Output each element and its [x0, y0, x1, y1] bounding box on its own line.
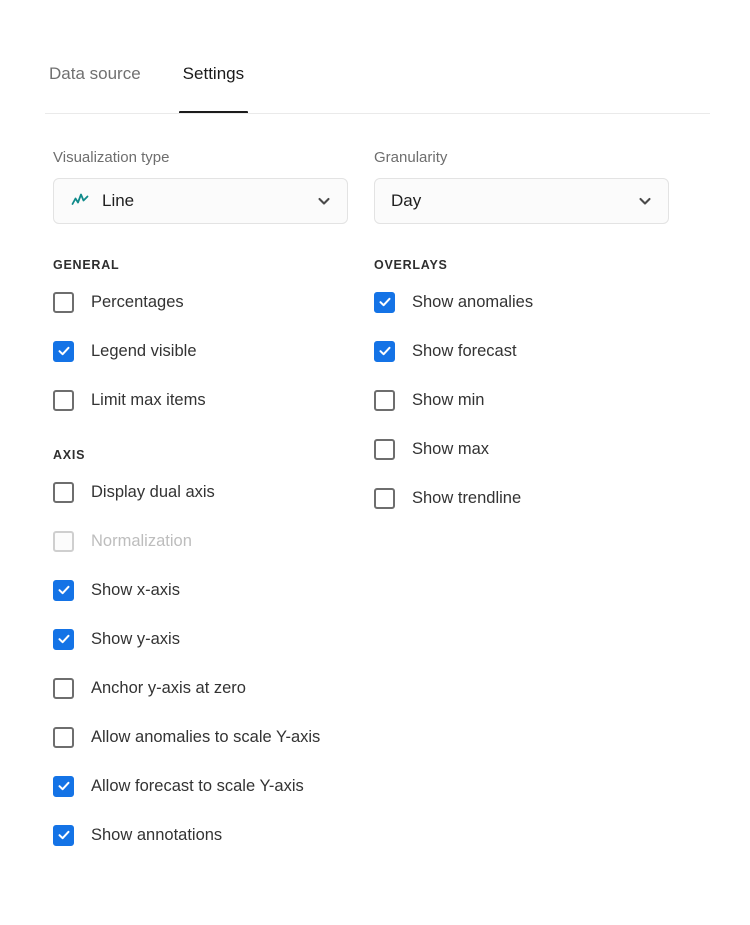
- visualization-type-field: Visualization type Line: [53, 148, 353, 224]
- checkbox-show-annotations[interactable]: [53, 824, 74, 846]
- checkbox-limit-max-items[interactable]: [53, 389, 74, 411]
- checkbox-row-show-x-axis[interactable]: Show x-axis: [53, 576, 353, 604]
- tab-data-source[interactable]: Data source: [45, 58, 145, 86]
- chevron-down-icon: [636, 192, 654, 210]
- checkbox-row-show-min[interactable]: Show min: [374, 386, 674, 414]
- checkbox-row-display-dual-axis[interactable]: Display dual axis: [53, 478, 353, 506]
- visualization-type-select[interactable]: Line: [53, 178, 348, 224]
- checkbox-label-show-max: Show max: [412, 440, 490, 458]
- checkbox-row-limit-max-items[interactable]: Limit max items: [53, 386, 353, 414]
- tab-settings[interactable]: Settings: [178, 58, 249, 114]
- checkbox-row-legend-visible[interactable]: Legend visible: [53, 337, 353, 365]
- checkbox-allow-anomalies-scale-y[interactable]: [53, 726, 74, 748]
- section-header-overlays: OVERLAYS: [374, 258, 448, 272]
- checkbox-label-normalization: Normalization: [91, 532, 192, 550]
- checkbox-label-anchor-y-axis-at-zero: Anchor y-axis at zero: [91, 679, 246, 697]
- granularity-field: Granularity Day: [374, 148, 674, 224]
- checkbox-legend-visible[interactable]: [53, 340, 74, 362]
- checkbox-row-allow-anomalies-scale-y[interactable]: Allow anomalies to scale Y-axis: [53, 723, 353, 751]
- checkbox-row-show-max[interactable]: Show max: [374, 435, 674, 463]
- checkbox-anchor-y-axis-at-zero[interactable]: [53, 677, 74, 699]
- granularity-select[interactable]: Day: [374, 178, 669, 224]
- checkbox-label-show-min: Show min: [412, 391, 485, 409]
- checkbox-label-show-trendline: Show trendline: [412, 489, 522, 507]
- checkbox-row-percentages[interactable]: Percentages: [53, 288, 353, 316]
- chevron-down-icon: [315, 192, 333, 210]
- checkbox-show-max[interactable]: [374, 438, 395, 460]
- tab-data-source-label: Data source: [49, 64, 141, 83]
- settings-panel: Data source Settings Visualization type …: [0, 0, 750, 925]
- section-header-general: GENERAL: [53, 258, 120, 272]
- checkbox-normalization: [53, 530, 74, 552]
- line-chart-icon: [70, 191, 90, 211]
- checkbox-label-show-x-axis: Show x-axis: [91, 581, 180, 599]
- checkbox-display-dual-axis[interactable]: [53, 481, 74, 503]
- tabbar-divider: [45, 113, 710, 114]
- checkbox-show-y-axis[interactable]: [53, 628, 74, 650]
- section-header-axis: AXIS: [53, 448, 86, 462]
- checkbox-row-show-anomalies[interactable]: Show anomalies: [374, 288, 674, 316]
- visualization-type-label: Visualization type: [53, 149, 170, 166]
- left-column: Visualization type Line GENERAL Percenta…: [53, 148, 353, 870]
- checkbox-show-anomalies[interactable]: [374, 291, 395, 313]
- tabbar: Data source Settings: [45, 58, 710, 116]
- tab-settings-label: Settings: [182, 64, 245, 83]
- checkbox-row-show-trendline[interactable]: Show trendline: [374, 484, 674, 512]
- checkbox-row-show-forecast[interactable]: Show forecast: [374, 337, 674, 365]
- checkbox-label-legend-visible: Legend visible: [91, 342, 197, 360]
- checkbox-show-forecast[interactable]: [374, 340, 395, 362]
- checkbox-row-show-y-axis[interactable]: Show y-axis: [53, 625, 353, 653]
- checkbox-label-allow-anomalies-scale-y: Allow anomalies to scale Y-axis: [91, 728, 321, 746]
- checkbox-label-allow-forecast-scale-y: Allow forecast to scale Y-axis: [91, 777, 304, 795]
- checkbox-show-min[interactable]: [374, 389, 395, 411]
- checkbox-label-display-dual-axis: Display dual axis: [91, 483, 215, 501]
- granularity-value: Day: [391, 191, 422, 210]
- checkbox-label-show-y-axis: Show y-axis: [91, 630, 180, 648]
- checkbox-label-limit-max-items: Limit max items: [91, 391, 206, 409]
- checkbox-allow-forecast-scale-y[interactable]: [53, 775, 74, 797]
- checkbox-show-trendline[interactable]: [374, 487, 395, 509]
- visualization-type-value: Line: [102, 191, 135, 210]
- checkbox-row-show-annotations[interactable]: Show annotations: [53, 821, 353, 849]
- tab-list: Data source Settings: [45, 58, 710, 114]
- granularity-label: Granularity: [374, 149, 448, 166]
- checkbox-label-percentages: Percentages: [91, 293, 184, 311]
- checkbox-label-show-forecast: Show forecast: [412, 342, 517, 360]
- checkbox-percentages[interactable]: [53, 291, 74, 313]
- right-column: Granularity Day OVERLAYS Show anomalies: [374, 148, 674, 533]
- checkbox-row-anchor-y-axis-at-zero[interactable]: Anchor y-axis at zero: [53, 674, 353, 702]
- checkbox-row-allow-forecast-scale-y[interactable]: Allow forecast to scale Y-axis: [53, 772, 353, 800]
- checkbox-show-x-axis[interactable]: [53, 579, 74, 601]
- checkbox-label-show-annotations: Show annotations: [91, 826, 223, 844]
- checkbox-row-normalization: Normalization: [53, 527, 353, 555]
- checkbox-label-show-anomalies: Show anomalies: [412, 293, 534, 311]
